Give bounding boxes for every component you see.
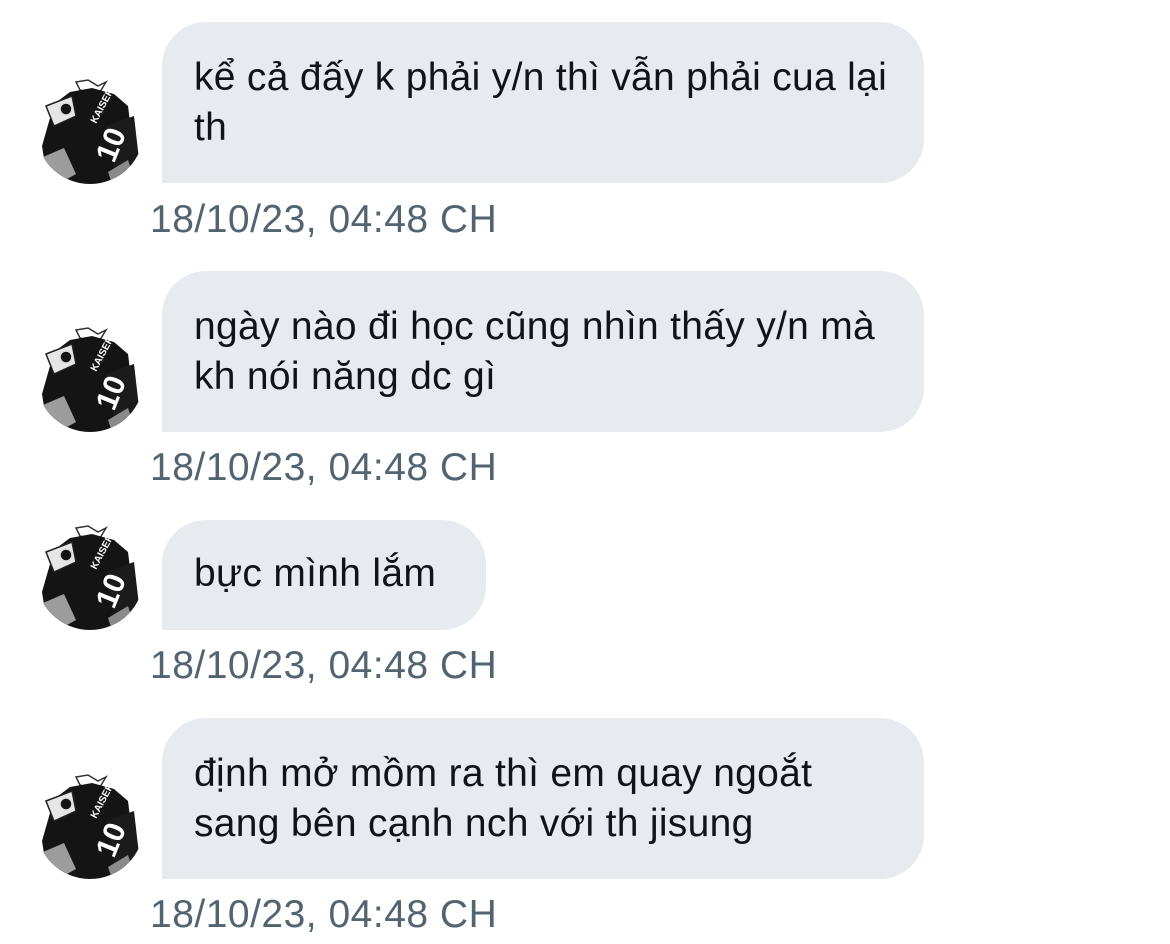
message-timestamp: 18/10/23, 04:48 CH	[150, 198, 498, 241]
sender-avatar[interactable]: KAISER 10	[36, 76, 144, 184]
message-timestamp: 18/10/23, 04:48 CH	[150, 893, 498, 936]
kaiser-avatar-icon: KAISER 10	[36, 76, 144, 184]
kaiser-avatar-icon: KAISER 10	[36, 324, 144, 432]
message-timestamp: 18/10/23, 04:48 CH	[150, 644, 498, 687]
sender-avatar[interactable]: KAISER 10	[36, 771, 144, 879]
message-bubble[interactable]: bực mình lắm	[162, 520, 486, 630]
kaiser-avatar-icon: KAISER 10	[36, 522, 144, 630]
message-timestamp: 18/10/23, 04:48 CH	[150, 446, 498, 489]
message-bubble[interactable]: kể cả đấy k phải y/n thì vẫn phải cua lạ…	[162, 22, 924, 183]
message-bubble[interactable]: định mở mồm ra thì em quay ngoắt sang bê…	[162, 718, 924, 879]
sender-avatar[interactable]: KAISER 10	[36, 324, 144, 432]
kaiser-avatar-icon: KAISER 10	[36, 771, 144, 879]
sender-avatar[interactable]: KAISER 10	[36, 522, 144, 630]
message-bubble[interactable]: ngày nào đi học cũng nhìn thấy y/n mà kh…	[162, 271, 924, 432]
